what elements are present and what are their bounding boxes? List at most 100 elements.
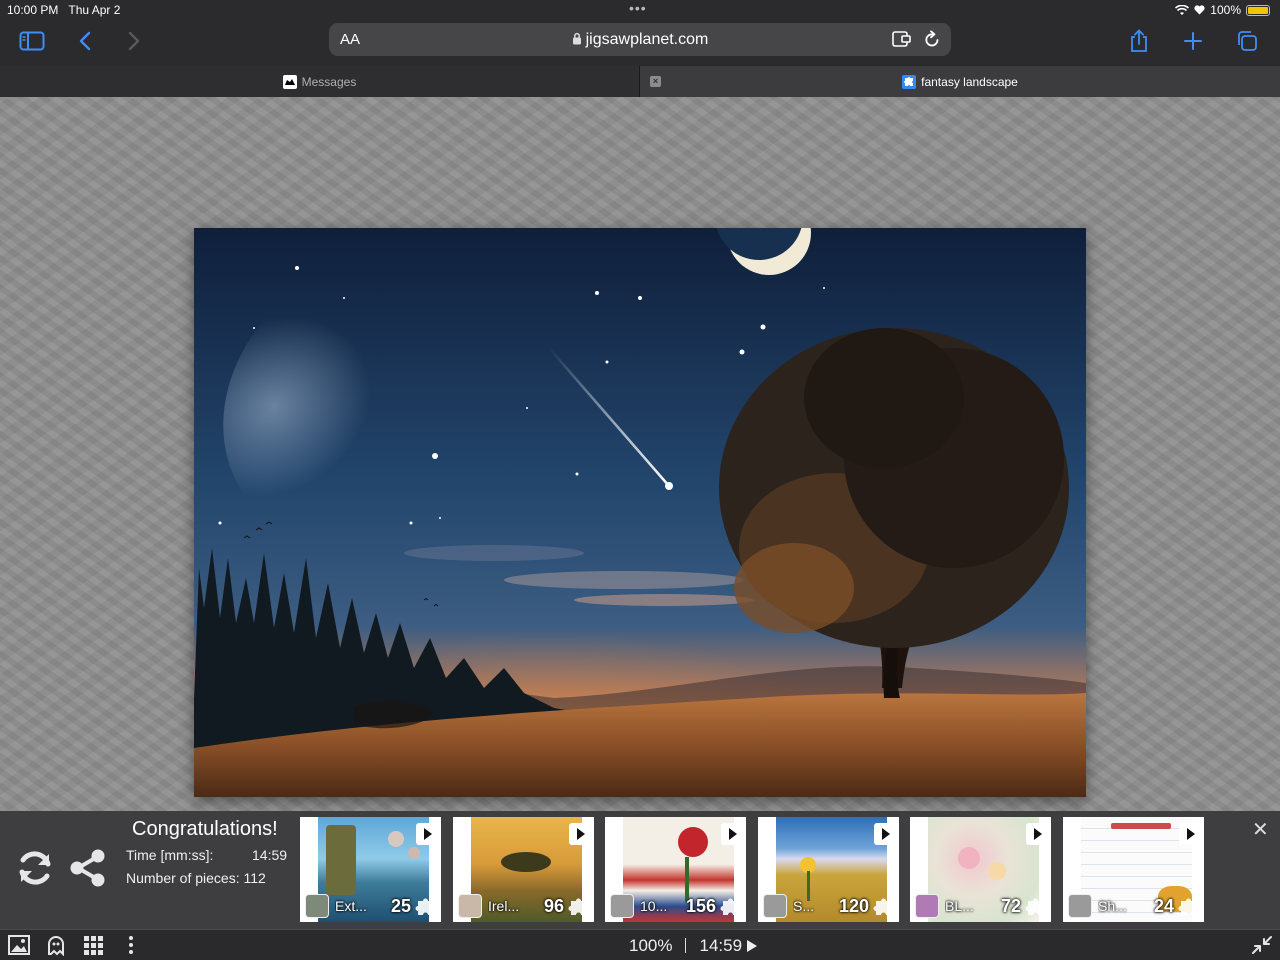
piece-count: 120: [838, 895, 869, 916]
suggested-puzzle-name: Ext...: [335, 898, 367, 914]
close-tab-icon[interactable]: ×: [650, 76, 661, 87]
avatar: [305, 894, 329, 918]
heart-icon: [1194, 5, 1205, 15]
sidebar-icon: [19, 31, 45, 51]
more-options-button[interactable]: [119, 934, 143, 956]
share-nodes-icon: [70, 849, 105, 887]
more-vertical-icon: [129, 936, 133, 954]
play-icon[interactable]: [721, 823, 743, 845]
tabs-icon: [1238, 31, 1257, 51]
restart-button[interactable]: [15, 848, 55, 888]
tab-label: Messages: [301, 74, 357, 89]
tab-fantasy-landscape[interactable]: × fantasy landscape: [640, 66, 1280, 97]
avatar: [763, 894, 787, 918]
piece-count: 96: [543, 895, 564, 916]
time-label: Time [mm:ss]:: [126, 847, 214, 863]
play-icon[interactable]: [569, 823, 591, 845]
lock-icon: [572, 32, 581, 45]
status-right: 100%: [1175, 3, 1270, 17]
wifi-icon: [1175, 4, 1190, 15]
multitasking-dots-icon[interactable]: •••: [629, 0, 647, 16]
completion-panel: Congratulations! Time [mm:ss]: 14:59 Num…: [0, 811, 1280, 929]
puzzle-board[interactable]: [0, 97, 1280, 811]
piece-count: 24: [1153, 895, 1174, 916]
suggested-puzzle[interactable]: S... 120: [758, 817, 899, 922]
jigsaw-favicon-icon: [902, 74, 917, 89]
suggested-puzzle-name: BL...: [945, 898, 974, 914]
collapse-icon: [1252, 936, 1272, 954]
pieces-label: Number of pieces:: [126, 870, 240, 886]
suggested-puzzle-name: S...: [793, 898, 815, 914]
suggested-puzzle[interactable]: BL... 72: [910, 817, 1051, 922]
play-icon[interactable]: [1179, 823, 1201, 845]
piece-count: 72: [1000, 895, 1021, 916]
puzzle-controls-bar: 100% 14:59: [0, 929, 1280, 960]
arrange-pieces-button[interactable]: [81, 934, 105, 956]
play-icon[interactable]: [874, 823, 896, 845]
pieces-value: 112: [243, 870, 266, 886]
suggested-puzzle[interactable]: 10... 156: [605, 817, 746, 922]
battery-percent: 100%: [1210, 3, 1241, 17]
suggested-puzzle-name: Irel...: [488, 898, 520, 914]
exit-fullscreen-button[interactable]: [1250, 934, 1274, 956]
suggested-puzzle[interactable]: Ext... 25: [300, 817, 441, 922]
suggested-puzzle-name: 10...: [640, 898, 668, 914]
suggested-puzzle-name: Sh...: [1098, 898, 1127, 914]
suggested-puzzle[interactable]: Irel... 96: [453, 817, 594, 922]
url-text: jigsawplanet.com: [585, 31, 709, 48]
tab-label: fantasy landscape: [921, 74, 1018, 89]
chevron-left-icon: [79, 31, 91, 51]
play-icon[interactable]: [1026, 823, 1048, 845]
zoom-and-timer: 100% 14:59: [629, 936, 758, 956]
browser-toolbar: AA jigsawplanet.com: [0, 20, 1280, 66]
avatar: [1068, 894, 1092, 918]
extensions-button[interactable]: [892, 30, 912, 53]
play-timer-icon[interactable]: [747, 940, 758, 952]
timer-value: 14:59: [699, 936, 743, 955]
back-button[interactable]: [68, 26, 102, 56]
reload-button[interactable]: [924, 30, 940, 53]
tab-messages[interactable]: Messages: [0, 66, 640, 97]
share-icon: [1131, 29, 1147, 52]
divider: [685, 938, 687, 953]
sidebar-toggle-button[interactable]: [15, 26, 49, 56]
avatar: [915, 894, 939, 918]
chevron-right-icon: [128, 31, 140, 51]
status-time: 10:00 PM Thu Apr 2: [7, 3, 121, 17]
puzzle-piece-icon: [873, 898, 891, 915]
extension-icon: [892, 31, 911, 47]
forward-button[interactable]: [117, 26, 151, 56]
grid-icon: [84, 936, 103, 955]
zoom-level[interactable]: 100%: [629, 936, 672, 955]
share-puzzle-button[interactable]: [69, 848, 107, 888]
share-button[interactable]: [1122, 26, 1156, 56]
plus-icon: [1184, 32, 1202, 50]
battery-icon: [1246, 4, 1270, 16]
pieces-stat: Number of pieces: 112: [126, 870, 266, 886]
url-display[interactable]: jigsawplanet.com: [329, 31, 951, 49]
tab-overview-button[interactable]: [1230, 26, 1264, 56]
reload-icon: [925, 30, 939, 47]
time-stat: Time [mm:ss]: 14:59: [126, 847, 287, 863]
puzzle-piece-icon: [720, 898, 738, 915]
time-value: 14:59: [252, 847, 288, 863]
ghost-icon: [48, 936, 64, 957]
congratulations-title: Congratulations!: [132, 818, 278, 840]
piece-count: 25: [390, 895, 411, 916]
status-bar: 10:00 PM Thu Apr 2 ••• 100%: [0, 0, 1280, 20]
puzzle-piece-icon: [1178, 898, 1196, 915]
ghost-image-button[interactable]: [44, 934, 68, 957]
puzzle-piece-icon: [1025, 898, 1043, 915]
messages-favicon-icon: [282, 74, 297, 89]
play-icon[interactable]: [416, 823, 438, 845]
refresh-icon: [19, 851, 51, 885]
avatar: [610, 894, 634, 918]
close-panel-icon[interactable]: ✕: [1252, 817, 1269, 842]
new-tab-button[interactable]: [1176, 26, 1210, 56]
completed-puzzle-image[interactable]: [194, 228, 1086, 797]
tab-bar: Messages × fantasy landscape: [0, 66, 1280, 97]
suggested-puzzle[interactable]: Sh... 24: [1063, 817, 1204, 922]
show-image-button[interactable]: [7, 934, 31, 956]
piece-count: 156: [685, 895, 716, 916]
address-bar[interactable]: AA jigsawplanet.com: [329, 23, 951, 56]
